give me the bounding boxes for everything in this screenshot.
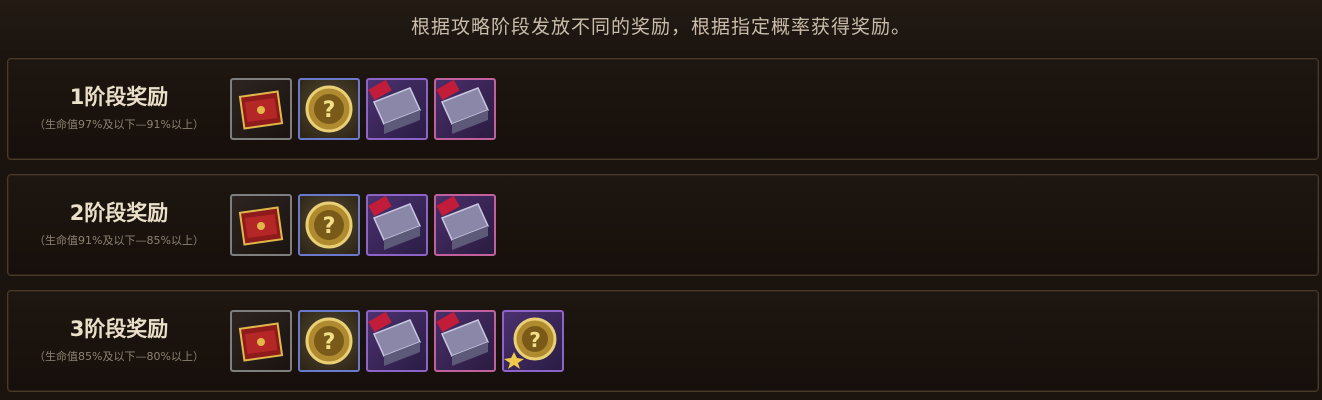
svg-text:?: ? bbox=[323, 98, 336, 123]
stage-label: 1阶段奖励 （生命值97%及以下—91%以上） bbox=[8, 59, 230, 159]
red-treasure-box-icon[interactable] bbox=[230, 310, 292, 372]
golden-mystery-coin-icon[interactable]: ? bbox=[298, 194, 360, 256]
stage-title: 3阶段奖励 bbox=[69, 316, 169, 341]
purple-ribbon-box-icon[interactable] bbox=[366, 310, 428, 372]
svg-text:?: ? bbox=[529, 328, 541, 352]
golden-mystery-coin-icon[interactable]: ? bbox=[298, 310, 360, 372]
red-treasure-box-icon[interactable] bbox=[230, 78, 292, 140]
stage-row-3: 3阶段奖励 （生命值85%及以下—80%以上） ? ? bbox=[7, 290, 1319, 392]
stage-label: 3阶段奖励 （生命值85%及以下—80%以上） bbox=[8, 291, 230, 391]
stage-subtitle: （生命值97%及以下—91%以上） bbox=[34, 117, 204, 131]
reward-description: 根据攻略阶段发放不同的奖励，根据指定概率获得奖励。 bbox=[410, 15, 911, 38]
svg-text:?: ? bbox=[323, 330, 336, 355]
purple-ribbon-box-icon[interactable] bbox=[366, 194, 428, 256]
stage-title: 1阶段奖励 bbox=[69, 84, 169, 109]
red-treasure-box-icon[interactable] bbox=[230, 194, 292, 256]
stage-subtitle: （生命值85%及以下—80%以上） bbox=[34, 349, 204, 363]
stage-row-2: 2阶段奖励 （生命值91%及以下—85%以上） ? bbox=[7, 174, 1319, 276]
header-bar: 根据攻略阶段发放不同的奖励，根据指定概率获得奖励。 bbox=[0, 0, 1322, 50]
stage-row-1: 1阶段奖励 （生命值97%及以下—91%以上） ? bbox=[7, 58, 1319, 160]
pink-ribbon-box-icon[interactable] bbox=[434, 194, 496, 256]
pink-ribbon-box-icon[interactable] bbox=[434, 310, 496, 372]
reward-list: ? bbox=[230, 78, 496, 140]
stage-subtitle: （生命值91%及以下—85%以上） bbox=[34, 233, 204, 247]
pink-ribbon-box-icon[interactable] bbox=[434, 78, 496, 140]
reward-list: ? ? bbox=[230, 310, 564, 372]
golden-mystery-coin-icon[interactable]: ? bbox=[298, 78, 360, 140]
stage-title: 2阶段奖励 bbox=[69, 200, 169, 225]
svg-text:?: ? bbox=[323, 214, 336, 239]
stage-label: 2阶段奖励 （生命值91%及以下—85%以上） bbox=[8, 175, 230, 275]
golden-mystery-coin-sparkle-icon[interactable]: ? bbox=[502, 310, 564, 372]
reward-list: ? bbox=[230, 194, 496, 256]
purple-ribbon-box-icon[interactable] bbox=[366, 78, 428, 140]
